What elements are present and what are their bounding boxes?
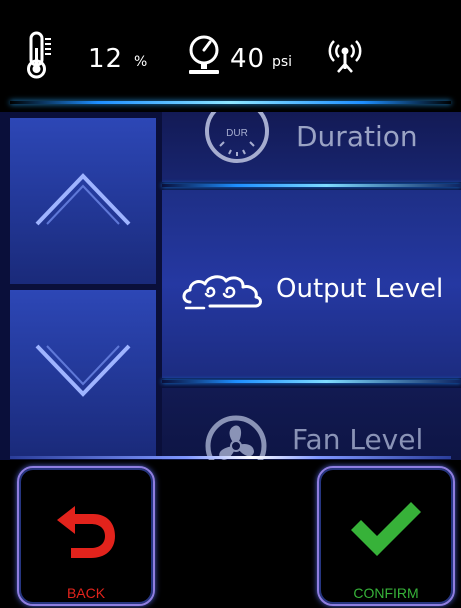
menu-list: DUR Duration Output Level Fan Level xyxy=(162,112,461,460)
menu-divider xyxy=(162,184,461,187)
humidity-value: 12 xyxy=(88,44,124,74)
confirm-button[interactable]: CONFIRM xyxy=(317,466,455,606)
selection-panel: DUR Duration Output Level Fan Level xyxy=(0,112,461,460)
pressure-gauge-icon xyxy=(186,34,222,80)
menu-item-output-level[interactable]: Output Level xyxy=(162,190,461,378)
fan-icon xyxy=(204,414,268,460)
scroll-controls xyxy=(10,118,156,456)
chevron-up-icon xyxy=(33,168,133,234)
menu-item-label: Fan Level xyxy=(292,423,424,456)
header-divider xyxy=(10,101,451,104)
duration-dial-text: DUR xyxy=(226,128,248,139)
back-button[interactable]: BACK xyxy=(17,466,155,606)
menu-item-label: Duration xyxy=(296,120,418,153)
confirm-label: CONFIRM xyxy=(353,585,419,601)
humidity-unit: % xyxy=(134,54,148,70)
pressure-value: 40 xyxy=(230,44,266,74)
scroll-up-button[interactable] xyxy=(10,118,156,284)
chevron-down-icon xyxy=(33,340,133,406)
undo-arrow-icon xyxy=(53,502,119,568)
checkmark-icon xyxy=(349,500,423,562)
menu-item-label: Output Level xyxy=(276,274,444,304)
menu-item-duration[interactable]: DUR Duration xyxy=(162,112,461,182)
thermometer-icon xyxy=(26,30,54,84)
pressure-unit: psi xyxy=(272,54,293,70)
duration-dial-icon: DUR xyxy=(202,112,272,170)
scroll-down-button[interactable] xyxy=(10,290,156,456)
wireless-antenna-icon xyxy=(326,36,364,78)
menu-item-fan-level[interactable]: Fan Level xyxy=(162,388,461,460)
footer-divider xyxy=(10,456,451,459)
menu-divider xyxy=(162,380,461,383)
back-label: BACK xyxy=(66,585,106,601)
cloud-output-icon xyxy=(180,272,268,316)
status-bar: 12 % 40 psi xyxy=(0,0,461,98)
